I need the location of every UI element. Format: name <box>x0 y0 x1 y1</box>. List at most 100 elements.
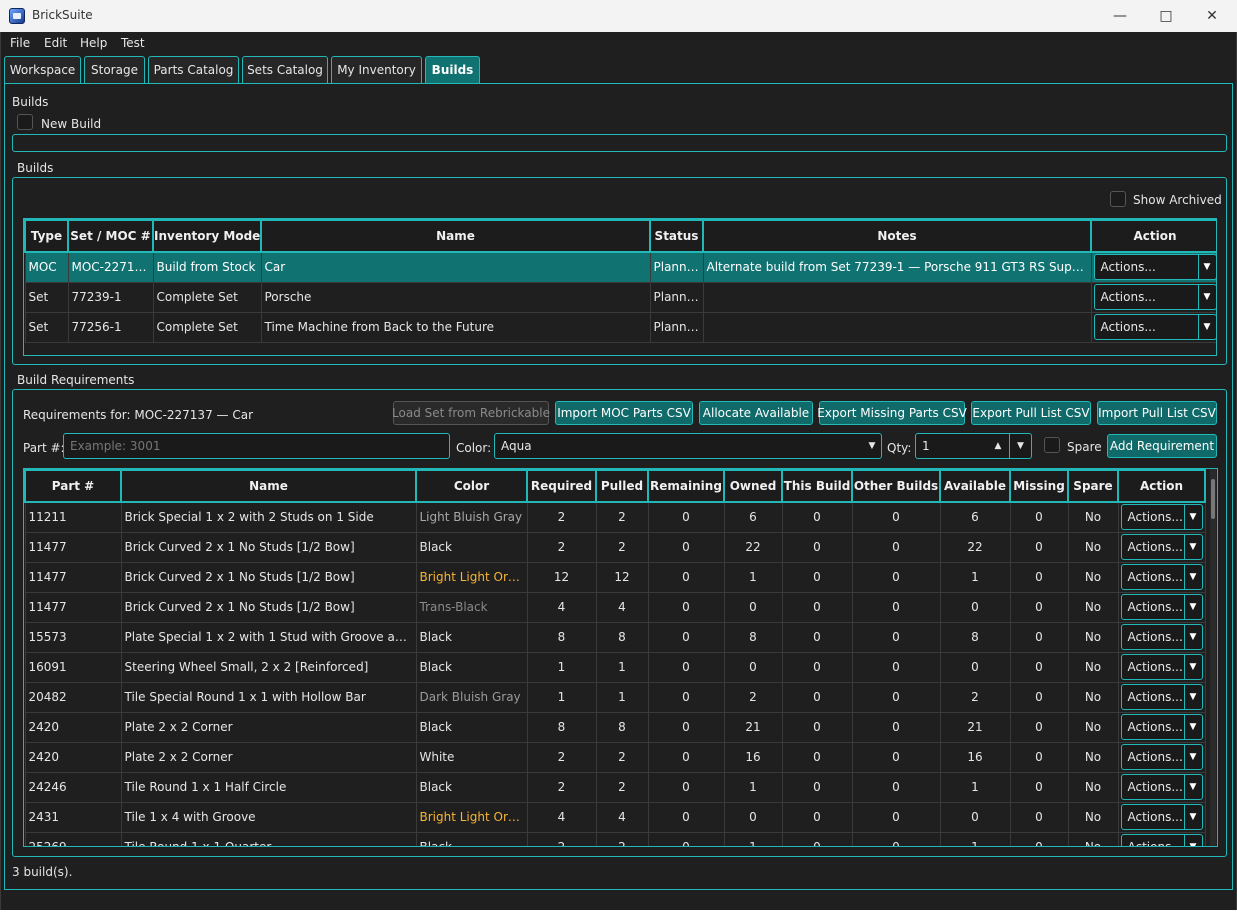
col-set-moc[interactable]: Set / MOC # <box>67 219 154 253</box>
actions-dropdown[interactable]: Actions... ▼ <box>1120 714 1203 740</box>
col-spare[interactable]: Spare <box>1067 469 1119 503</box>
col-name[interactable]: Name <box>120 469 417 503</box>
col-required[interactable]: Required <box>526 469 597 503</box>
col-other-builds[interactable]: Other Builds <box>851 469 941 503</box>
actions-dropdown[interactable]: Actions... ▼ <box>1120 594 1203 620</box>
chevron-down-icon[interactable]: ▼ <box>1183 745 1202 769</box>
col-color[interactable]: Color <box>415 469 528 503</box>
actions-dropdown[interactable]: Actions... ▼ <box>1093 314 1216 340</box>
maximize-icon[interactable]: □ <box>1143 0 1189 32</box>
table-row[interactable]: 11477 Brick Curved 2 x 1 No Studs [1/2 Bo… <box>24 531 1206 563</box>
actions-dropdown[interactable]: Actions... ▼ <box>1120 744 1203 770</box>
increment-icon[interactable]: ▲ <box>987 434 1009 458</box>
col-part-number[interactable]: Part # <box>24 469 122 503</box>
minimize-icon[interactable]: — <box>1097 0 1143 32</box>
col-this-build[interactable]: This Build <box>781 469 853 503</box>
actions-dropdown[interactable]: Actions... ▼ <box>1120 564 1203 590</box>
actions-dropdown[interactable]: Actions... ▼ <box>1120 624 1203 650</box>
actions-dropdown[interactable]: Actions... ▼ <box>1093 254 1216 281</box>
table-row[interactable]: Set 77256-1 Complete Set Time Machine fr… <box>24 311 1216 343</box>
new-build-bar[interactable] <box>12 134 1227 152</box>
close-icon[interactable]: ✕ <box>1189 0 1235 32</box>
chevron-down-icon[interactable]: ▼ <box>1183 805 1202 829</box>
import-pull-list-button[interactable]: Import Pull List CSV <box>1097 401 1217 425</box>
decrement-icon[interactable]: ▼ <box>1009 434 1031 458</box>
chevron-down-icon[interactable]: ▼ <box>1197 255 1216 280</box>
table-row[interactable]: 16091 Steering Wheel Small, 2 x 2 [Reinfo… <box>24 651 1206 683</box>
allocate-available-button[interactable]: Allocate Available <box>699 401 813 425</box>
actions-dropdown[interactable]: Actions... ▼ <box>1120 654 1203 680</box>
table-row[interactable]: 25269 Tile Round 1 x 1 Quarter Black 2 2 0 1 0 0… <box>24 831 1206 846</box>
table-row[interactable]: 11211 Brick Special 1 x 2 with 2 Studs on… <box>24 501 1206 533</box>
col-notes[interactable]: Notes <box>702 219 1092 253</box>
table-row[interactable]: Set 77239-1 Complete Set Porsche Planned… <box>24 281 1216 313</box>
table-row[interactable]: 2420 Plate 2 x 2 Corner White 2 2 0 16 0 0 16 0 No A… <box>24 741 1206 773</box>
chevron-down-icon[interactable]: ▼ <box>1183 775 1202 799</box>
tab-parts-catalog[interactable]: Parts Catalog <box>148 56 239 83</box>
col-name[interactable]: Name <box>260 219 651 253</box>
load-set-button[interactable]: Load Set from Rebrickable <box>392 401 550 425</box>
table-row[interactable]: 11477 Brick Curved 2 x 1 No Studs [1/2 Bo… <box>24 561 1206 593</box>
chevron-down-icon[interactable]: ▼ <box>1183 715 1202 739</box>
actions-dropdown[interactable]: Actions... ▼ <box>1120 834 1203 846</box>
table-row[interactable]: 20482 Tile Special Round 1 x 1 with Hollo… <box>24 681 1206 713</box>
actions-dropdown[interactable]: Actions... ▼ <box>1093 284 1216 310</box>
table-row[interactable]: 24246 Tile Round 1 x 1 Half Circle Black 2 2… <box>24 771 1206 803</box>
tab-sets-catalog[interactable]: Sets Catalog <box>242 56 328 83</box>
part-number-input[interactable]: Example: 3001 <box>63 433 450 459</box>
tab-my-inventory[interactable]: My Inventory <box>331 56 422 83</box>
col-status[interactable]: Status <box>649 219 704 253</box>
import-moc-button[interactable]: Import MOC Parts CSV <box>555 401 693 425</box>
new-build-checkbox[interactable] <box>17 114 33 130</box>
chevron-down-icon[interactable]: ▼ <box>1183 655 1202 679</box>
col-remaining[interactable]: Remaining <box>647 469 725 503</box>
table-row[interactable]: 11477 Brick Curved 2 x 1 No Studs [1/2 Bo… <box>24 591 1206 623</box>
col-action[interactable]: Action <box>1090 219 1216 253</box>
col-type[interactable]: Type <box>24 219 69 253</box>
actions-dropdown[interactable]: Actions... ▼ <box>1120 534 1203 560</box>
chevron-down-icon[interactable]: ▼ <box>1183 595 1202 619</box>
requirements-scrollbar[interactable] <box>1210 469 1216 846</box>
menu-file[interactable]: File <box>10 36 30 50</box>
menu-test[interactable]: Test <box>121 36 145 50</box>
requirements-group-title: Build Requirements <box>17 373 135 387</box>
chevron-down-icon[interactable]: ▼ <box>1183 565 1202 589</box>
actions-dropdown[interactable]: Actions... ▼ <box>1120 774 1203 800</box>
actions-dropdown[interactable]: Actions... ▼ <box>1120 804 1203 830</box>
export-missing-button[interactable]: Export Missing Parts CSV <box>817 401 967 425</box>
actions-dropdown[interactable]: Actions... ▼ <box>1120 504 1203 531</box>
qty-stepper[interactable]: 1 ▲ ▼ <box>915 433 1032 459</box>
table-row[interactable]: MOC MOC-227137 Build from Stock Car Plan… <box>24 251 1216 283</box>
chevron-down-icon[interactable]: ▼ <box>1183 625 1202 649</box>
cell-pulled: 4 <box>595 801 649 833</box>
tab-workspace[interactable]: Workspace <box>4 56 81 83</box>
table-row[interactable]: 2431 Tile 1 x 4 with Groove Bright Light O… <box>24 801 1206 833</box>
cell-color: Black <box>415 771 528 803</box>
chevron-down-icon[interactable]: ▼ <box>1197 315 1216 339</box>
chevron-down-icon[interactable]: ▼ <box>1197 285 1216 309</box>
chevron-down-icon[interactable]: ▼ <box>1183 835 1202 846</box>
col-inventory-mode[interactable]: Inventory Mode <box>152 219 262 253</box>
chevron-down-icon[interactable]: ▼ <box>1183 535 1202 559</box>
export-pull-list-button[interactable]: Export Pull List CSV <box>971 401 1091 425</box>
chevron-down-icon[interactable]: ▼ <box>863 434 881 458</box>
col-available[interactable]: Available <box>939 469 1011 503</box>
spare-checkbox[interactable] <box>1044 437 1060 453</box>
col-pulled[interactable]: Pulled <box>595 469 649 503</box>
show-archived-checkbox[interactable] <box>1110 191 1126 207</box>
chevron-down-icon[interactable]: ▼ <box>1183 685 1202 709</box>
tab-builds[interactable]: Builds <box>425 56 480 83</box>
scrollbar-thumb[interactable] <box>1211 479 1215 519</box>
col-action[interactable]: Action <box>1117 469 1206 503</box>
table-row[interactable]: 2420 Plate 2 x 2 Corner Black 8 8 0 21 0 0 21 0 No A… <box>24 711 1206 743</box>
actions-dropdown[interactable]: Actions... ▼ <box>1120 684 1203 710</box>
table-row[interactable]: 15573 Plate Special 1 x 2 with 1 Stud wit… <box>24 621 1206 653</box>
add-requirement-button[interactable]: Add Requirement <box>1107 434 1217 458</box>
color-select[interactable]: Aqua ▼ <box>494 433 882 459</box>
menu-help[interactable]: Help <box>80 36 107 50</box>
tab-storage[interactable]: Storage <box>84 56 145 83</box>
col-owned[interactable]: Owned <box>723 469 783 503</box>
col-missing[interactable]: Missing <box>1009 469 1069 503</box>
chevron-down-icon[interactable]: ▼ <box>1183 505 1202 530</box>
menu-edit[interactable]: Edit <box>44 36 67 50</box>
